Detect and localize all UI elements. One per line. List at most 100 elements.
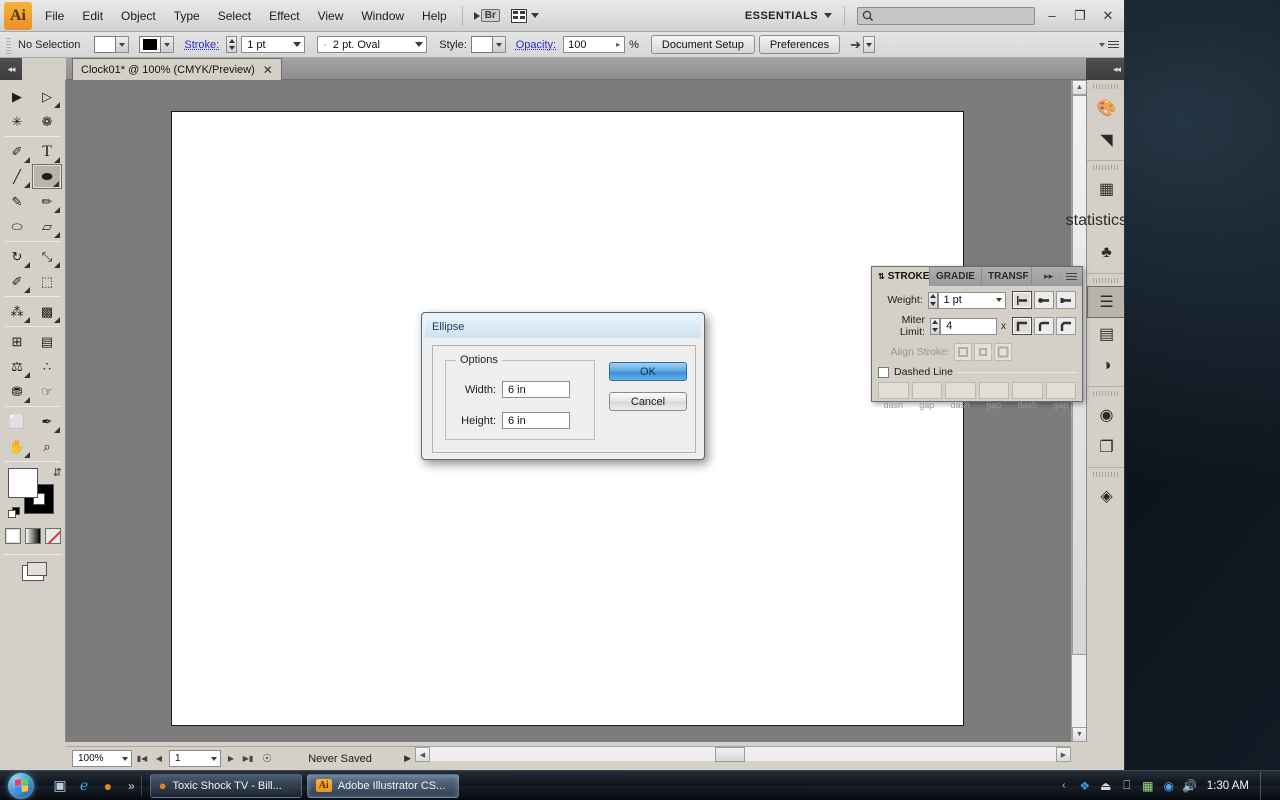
chevron-down-icon[interactable] xyxy=(824,13,832,18)
collapse-panels-button[interactable]: ◂◂ xyxy=(1086,58,1125,80)
bluetooth-icon[interactable]: ❖ xyxy=(1077,778,1093,794)
panel-menu-icon[interactable] xyxy=(1066,273,1077,280)
horizontal-scroll-thumb[interactable] xyxy=(715,747,745,762)
ellipse-tool[interactable]: ⬬ xyxy=(32,164,62,189)
go-to-bridge-button[interactable]: Br xyxy=(469,7,505,24)
dash-field-1[interactable]: dash xyxy=(878,382,909,410)
screen-mode-button[interactable] xyxy=(0,565,65,581)
align-outside-stroke-button[interactable] xyxy=(994,343,1012,361)
menu-file[interactable]: File xyxy=(36,5,73,27)
direct-selection-tool[interactable]: ▷ xyxy=(32,84,62,109)
artboard-tool[interactable]: ⬜ xyxy=(2,409,32,434)
width-input[interactable]: 6 in xyxy=(502,381,570,398)
next-page-button[interactable]: ▶ xyxy=(224,750,238,767)
dock-group-handle[interactable] xyxy=(1093,84,1119,89)
none-mode-button[interactable] xyxy=(45,528,61,544)
miter-join-button[interactable] xyxy=(1012,317,1032,335)
fill-color-control[interactable] xyxy=(94,36,129,53)
select-similar-control[interactable]: ➔ xyxy=(850,36,875,53)
firefox-icon[interactable]: ● xyxy=(98,776,118,796)
volume-icon[interactable]: 🔊 xyxy=(1182,778,1198,794)
align-inside-stroke-button[interactable] xyxy=(974,343,992,361)
appearance-panel-icon[interactable]: ◉ xyxy=(1087,399,1125,431)
menu-object[interactable]: Object xyxy=(112,5,165,27)
graphic-style-control[interactable] xyxy=(471,36,506,53)
close-button[interactable]: ✕ xyxy=(1097,6,1119,26)
opacity-input[interactable]: 100 ▸ xyxy=(563,36,625,53)
preferences-button[interactable]: Preferences xyxy=(759,35,840,54)
control-bar-grip[interactable] xyxy=(6,36,11,54)
internet-explorer-icon[interactable]: ℯ xyxy=(74,776,94,796)
mesh-tool[interactable]: ⊞ xyxy=(2,329,32,354)
menu-window[interactable]: Window xyxy=(352,5,413,27)
blend-tool[interactable]: ∴ xyxy=(32,354,62,379)
tray-overflow-icon[interactable]: ‹ xyxy=(1056,778,1072,794)
show-desktop-icon[interactable]: ▣ xyxy=(50,776,70,796)
scale-tool[interactable]: ⤡ xyxy=(32,244,62,269)
horizontal-scrollbar[interactable]: ◀ ▶ xyxy=(415,746,1071,761)
stroke-weight-dropdown[interactable]: 1 pt xyxy=(241,36,305,53)
color-guide-panel-icon[interactable]: ◥ xyxy=(1087,124,1125,156)
dash-field-2[interactable]: dash xyxy=(945,382,976,410)
control-bar-menu[interactable] xyxy=(1099,41,1119,48)
dock-group-handle[interactable] xyxy=(1093,391,1119,396)
tab-transform[interactable]: TRANSF xyxy=(982,267,1032,286)
ok-button[interactable]: OK xyxy=(609,362,687,381)
scroll-left-arrow[interactable]: ◀ xyxy=(415,747,430,762)
rotate-tool[interactable]: ↻ xyxy=(2,244,32,269)
transparency-panel-icon[interactable]: ◑ xyxy=(1087,350,1125,382)
menu-help[interactable]: Help xyxy=(413,5,456,27)
ellipse-dialog[interactable]: Ellipse Options Width: 6 in Height: 6 in… xyxy=(421,312,705,460)
default-fill-stroke-icon[interactable] xyxy=(8,507,21,520)
dock-group-handle[interactable] xyxy=(1093,278,1119,283)
symbol-sprayer-tool[interactable]: ⁂ xyxy=(2,299,32,324)
width-tool[interactable]: ✐ xyxy=(2,269,32,294)
previous-page-button[interactable]: ◀ xyxy=(152,750,166,767)
document-setup-button[interactable]: Document Setup xyxy=(651,35,755,54)
gradient-mode-button[interactable] xyxy=(25,528,41,544)
round-cap-button[interactable] xyxy=(1034,291,1054,309)
fill-color-swatch[interactable] xyxy=(8,468,38,498)
expand-panel-icon[interactable]: ▸▸ xyxy=(1044,271,1053,282)
close-icon[interactable]: ✕ xyxy=(263,63,273,77)
document-tab[interactable]: Clock01* @ 100% (CMYK/Preview) ✕ xyxy=(72,58,282,80)
stroke-color-control[interactable] xyxy=(139,36,174,53)
stroke-weight-link[interactable]: Stroke: xyxy=(184,39,219,51)
butt-cap-button[interactable] xyxy=(1012,291,1032,309)
arrange-documents-button[interactable] xyxy=(505,7,545,25)
eyedropper-tool[interactable]: ⚖ xyxy=(2,354,32,379)
height-input[interactable]: 6 in xyxy=(502,412,570,429)
brushes-panel-icon[interactable]: statistics;⨇ xyxy=(1087,205,1125,237)
color-mode-button[interactable] xyxy=(5,528,21,544)
taskbar-item-illustrator[interactable]: Ai Adobe Illustrator CS... xyxy=(307,774,459,798)
fill-swatch[interactable] xyxy=(94,36,116,53)
eraser-tool[interactable]: ▱ xyxy=(32,214,62,239)
layers-panel-icon[interactable]: ◈ xyxy=(1087,480,1125,512)
menu-edit[interactable]: Edit xyxy=(73,5,112,27)
display-icon[interactable]: ⎕ xyxy=(1119,778,1135,794)
dock-group-handle[interactable] xyxy=(1093,165,1119,170)
gap-field-2[interactable]: gap xyxy=(979,382,1010,410)
menu-view[interactable]: View xyxy=(309,5,353,27)
stroke-swatch[interactable] xyxy=(139,36,161,53)
minimize-button[interactable]: – xyxy=(1041,6,1063,26)
tab-stroke[interactable]: ⇅ STROKE xyxy=(872,267,930,286)
miter-input[interactable]: 4 xyxy=(940,318,997,335)
taskbar-item-firefox[interactable]: ● Toxic Shock TV - Bill... xyxy=(150,774,302,798)
blob-brush-tool[interactable]: ⬭ xyxy=(2,214,32,239)
column-graph-tool[interactable]: ▩ xyxy=(32,299,62,324)
search-input[interactable] xyxy=(857,7,1035,25)
workspace-switcher[interactable]: ESSENTIALS xyxy=(745,10,818,22)
dialog-title-bar[interactable]: Ellipse xyxy=(425,316,701,338)
line-segment-tool[interactable]: ╱ xyxy=(2,164,32,189)
zoom-level-dropdown[interactable]: 100% xyxy=(72,750,132,767)
pencil-tool[interactable]: ✏ xyxy=(32,189,62,214)
paintbrush-tool[interactable]: ✎ xyxy=(2,189,32,214)
live-paint-selection-tool[interactable]: ☞ xyxy=(32,379,62,404)
dash-field-3[interactable]: dash xyxy=(1012,382,1043,410)
slice-tool[interactable]: ✒ xyxy=(32,409,62,434)
fill-dropdown-arrow[interactable] xyxy=(116,36,129,53)
first-page-button[interactable]: ▮◀ xyxy=(135,750,149,767)
graphic-style-dropdown-arrow[interactable] xyxy=(493,36,506,53)
scroll-up-arrow[interactable]: ▲ xyxy=(1072,80,1087,95)
